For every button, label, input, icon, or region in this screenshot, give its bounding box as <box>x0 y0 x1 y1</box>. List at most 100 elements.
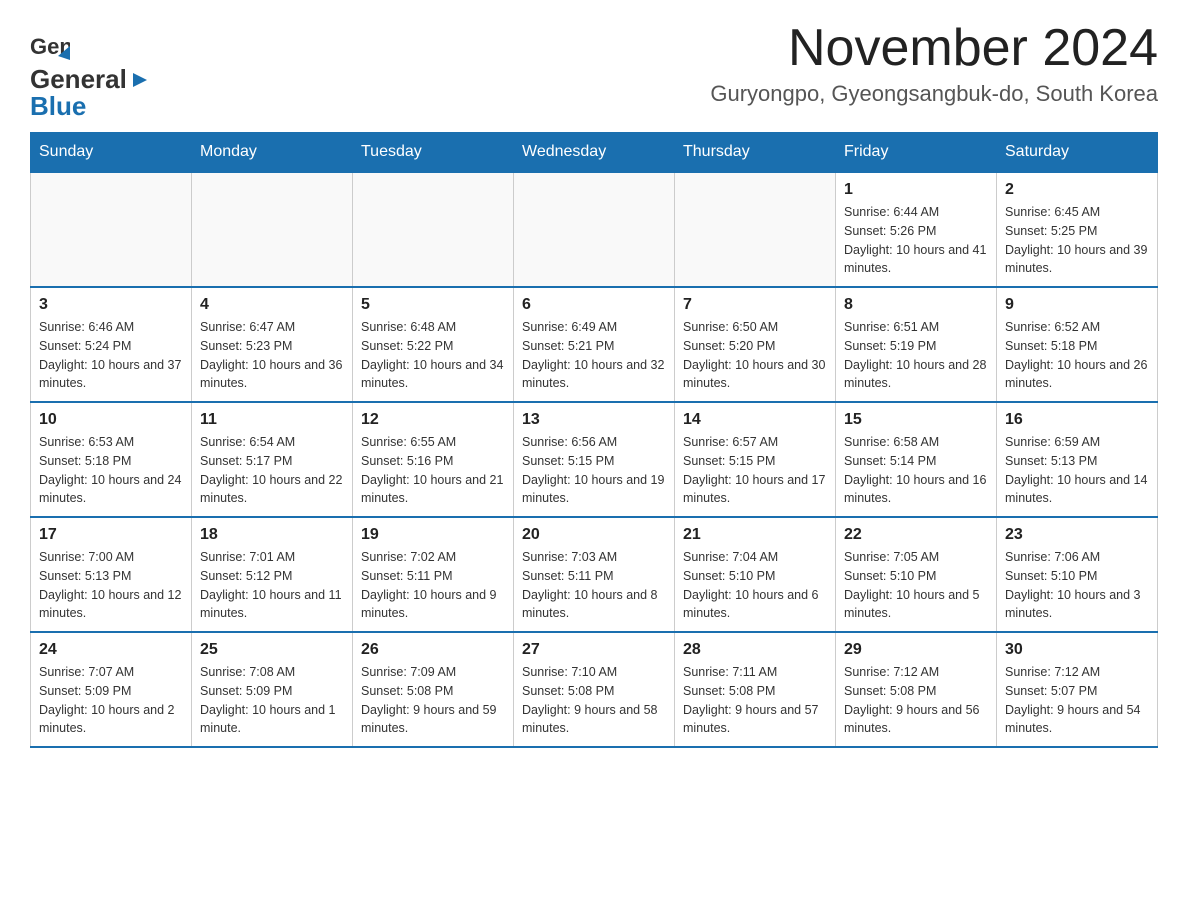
day-info: Sunrise: 6:53 AMSunset: 5:18 PMDaylight:… <box>39 433 183 508</box>
day-info: Sunrise: 7:04 AMSunset: 5:10 PMDaylight:… <box>683 548 827 623</box>
calendar-cell <box>514 172 675 287</box>
day-number: 12 <box>361 411 505 429</box>
day-number: 10 <box>39 411 183 429</box>
calendar-cell: 8 Sunrise: 6:51 AMSunset: 5:19 PMDaylight… <box>836 287 997 402</box>
calendar-cell: 20Sunrise: 7:03 AMSunset: 5:11 PMDayligh… <box>514 517 675 632</box>
calendar-week-3: 10 Sunrise: 6:53 AMSunset: 5:18 PMDayligh… <box>31 402 1158 517</box>
day-info: Sunrise: 7:12 AMSunset: 5:08 PMDaylight:… <box>844 663 988 738</box>
calendar-cell: 28 Sunrise: 7:11 AMSunset: 5:08 PMDayligh… <box>675 632 836 747</box>
calendar-cell: 16Sunrise: 6:59 AMSunset: 5:13 PMDayligh… <box>997 402 1158 517</box>
calendar-header-friday: Friday <box>836 133 997 173</box>
calendar-cell: 24 Sunrise: 7:07 AMSunset: 5:09 PMDayligh… <box>31 632 192 747</box>
calendar-header-wednesday: Wednesday <box>514 133 675 173</box>
day-number: 22 <box>844 526 988 544</box>
day-number: 28 <box>683 641 827 659</box>
day-number: 26 <box>361 641 505 659</box>
day-number: 18 <box>200 526 344 544</box>
day-info: Sunrise: 7:01 AMSunset: 5:12 PMDaylight:… <box>200 548 344 623</box>
calendar-cell: 1 Sunrise: 6:44 AMSunset: 5:26 PMDaylight… <box>836 172 997 287</box>
day-number: 30 <box>1005 641 1149 659</box>
page-header: General General Blue November 2024 Guryo… <box>30 20 1158 122</box>
calendar-cell <box>675 172 836 287</box>
day-number: 21 <box>683 526 827 544</box>
calendar-cell: 15 Sunrise: 6:58 AMSunset: 5:14 PMDayligh… <box>836 402 997 517</box>
day-info: Sunrise: 6:46 AMSunset: 5:24 PMDaylight:… <box>39 318 183 393</box>
day-info: Sunrise: 7:09 AMSunset: 5:08 PMDaylight:… <box>361 663 505 738</box>
day-info: Sunrise: 7:06 AMSunset: 5:10 PMDaylight:… <box>1005 548 1149 623</box>
calendar-cell: 25Sunrise: 7:08 AMSunset: 5:09 PMDayligh… <box>192 632 353 747</box>
calendar-cell: 14 Sunrise: 6:57 AMSunset: 5:15 PMDayligh… <box>675 402 836 517</box>
day-number: 3 <box>39 296 183 314</box>
day-info: Sunrise: 7:10 AMSunset: 5:08 PMDaylight:… <box>522 663 666 738</box>
day-info: Sunrise: 7:12 AMSunset: 5:07 PMDaylight:… <box>1005 663 1149 738</box>
day-number: 2 <box>1005 181 1149 199</box>
day-info: Sunrise: 6:58 AMSunset: 5:14 PMDaylight:… <box>844 433 988 508</box>
calendar-cell: 13Sunrise: 6:56 AMSunset: 5:15 PMDayligh… <box>514 402 675 517</box>
day-number: 7 <box>683 296 827 314</box>
day-info: Sunrise: 6:56 AMSunset: 5:15 PMDaylight:… <box>522 433 666 508</box>
calendar-header-thursday: Thursday <box>675 133 836 173</box>
calendar-cell: 18 Sunrise: 7:01 AMSunset: 5:12 PMDayligh… <box>192 517 353 632</box>
day-info: Sunrise: 6:54 AMSunset: 5:17 PMDaylight:… <box>200 433 344 508</box>
calendar-header-sunday: Sunday <box>31 133 192 173</box>
day-number: 20 <box>522 526 666 544</box>
day-number: 17 <box>39 526 183 544</box>
day-number: 16 <box>1005 411 1149 429</box>
day-info: Sunrise: 6:51 AMSunset: 5:19 PMDaylight:… <box>844 318 988 393</box>
day-number: 19 <box>361 526 505 544</box>
calendar-table: SundayMondayTuesdayWednesdayThursdayFrid… <box>30 132 1158 748</box>
day-info: Sunrise: 6:47 AMSunset: 5:23 PMDaylight:… <box>200 318 344 393</box>
calendar-cell <box>353 172 514 287</box>
calendar-cell: 7 Sunrise: 6:50 AMSunset: 5:20 PMDaylight… <box>675 287 836 402</box>
calendar-cell: 12 Sunrise: 6:55 AMSunset: 5:16 PMDayligh… <box>353 402 514 517</box>
day-number: 6 <box>522 296 666 314</box>
page-subtitle: Guryongpo, Gyeongsangbuk-do, South Korea <box>710 81 1158 107</box>
day-number: 1 <box>844 181 988 199</box>
day-info: Sunrise: 6:48 AMSunset: 5:22 PMDaylight:… <box>361 318 505 393</box>
calendar-cell: 22 Sunrise: 7:05 AMSunset: 5:10 PMDayligh… <box>836 517 997 632</box>
day-info: Sunrise: 6:57 AMSunset: 5:15 PMDaylight:… <box>683 433 827 508</box>
calendar-week-2: 3 Sunrise: 6:46 AMSunset: 5:24 PMDaylight… <box>31 287 1158 402</box>
calendar-week-5: 24 Sunrise: 7:07 AMSunset: 5:09 PMDayligh… <box>31 632 1158 747</box>
day-number: 27 <box>522 641 666 659</box>
day-info: Sunrise: 6:50 AMSunset: 5:20 PMDaylight:… <box>683 318 827 393</box>
calendar-cell: 2 Sunrise: 6:45 AMSunset: 5:25 PMDaylight… <box>997 172 1158 287</box>
day-info: Sunrise: 6:45 AMSunset: 5:25 PMDaylight:… <box>1005 203 1149 278</box>
calendar-header-tuesday: Tuesday <box>353 133 514 173</box>
page-title: November 2024 <box>710 20 1158 77</box>
day-info: Sunrise: 7:11 AMSunset: 5:08 PMDaylight:… <box>683 663 827 738</box>
calendar-cell: 5Sunrise: 6:48 AMSunset: 5:22 PMDaylight… <box>353 287 514 402</box>
logo-area: General General Blue <box>30 20 151 122</box>
day-info: Sunrise: 7:07 AMSunset: 5:09 PMDaylight:… <box>39 663 183 738</box>
calendar-cell: 26 Sunrise: 7:09 AMSunset: 5:08 PMDayligh… <box>353 632 514 747</box>
calendar-cell: 6 Sunrise: 6:49 AMSunset: 5:21 PMDaylight… <box>514 287 675 402</box>
day-number: 15 <box>844 411 988 429</box>
calendar-cell: 10 Sunrise: 6:53 AMSunset: 5:18 PMDayligh… <box>31 402 192 517</box>
calendar-cell: 11 Sunrise: 6:54 AMSunset: 5:17 PMDayligh… <box>192 402 353 517</box>
day-number: 8 <box>844 296 988 314</box>
calendar-week-1: 1 Sunrise: 6:44 AMSunset: 5:26 PMDaylight… <box>31 172 1158 287</box>
calendar-cell: 21 Sunrise: 7:04 AMSunset: 5:10 PMDayligh… <box>675 517 836 632</box>
calendar-cell: 3 Sunrise: 6:46 AMSunset: 5:24 PMDaylight… <box>31 287 192 402</box>
calendar-cell: 30 Sunrise: 7:12 AMSunset: 5:07 PMDayligh… <box>997 632 1158 747</box>
day-number: 9 <box>1005 296 1149 314</box>
calendar-header-row: SundayMondayTuesdayWednesdayThursdayFrid… <box>31 133 1158 173</box>
calendar-header-saturday: Saturday <box>997 133 1158 173</box>
calendar-cell: 4Sunrise: 6:47 AMSunset: 5:23 PMDaylight… <box>192 287 353 402</box>
day-number: 25 <box>200 641 344 659</box>
day-info: Sunrise: 7:05 AMSunset: 5:10 PMDaylight:… <box>844 548 988 623</box>
day-info: Sunrise: 6:44 AMSunset: 5:26 PMDaylight:… <box>844 203 988 278</box>
calendar-cell: 23Sunrise: 7:06 AMSunset: 5:10 PMDayligh… <box>997 517 1158 632</box>
calendar-cell: 17Sunrise: 7:00 AMSunset: 5:13 PMDayligh… <box>31 517 192 632</box>
day-info: Sunrise: 7:02 AMSunset: 5:11 PMDaylight:… <box>361 548 505 623</box>
day-info: Sunrise: 6:49 AMSunset: 5:21 PMDaylight:… <box>522 318 666 393</box>
calendar-cell: 9Sunrise: 6:52 AMSunset: 5:18 PMDaylight… <box>997 287 1158 402</box>
logo-arrow-icon <box>129 69 151 91</box>
calendar-header-monday: Monday <box>192 133 353 173</box>
day-number: 24 <box>39 641 183 659</box>
title-area: November 2024 Guryongpo, Gyeongsangbuk-d… <box>710 20 1158 107</box>
day-number: 11 <box>200 411 344 429</box>
day-info: Sunrise: 6:55 AMSunset: 5:16 PMDaylight:… <box>361 433 505 508</box>
calendar-cell <box>192 172 353 287</box>
day-number: 14 <box>683 411 827 429</box>
